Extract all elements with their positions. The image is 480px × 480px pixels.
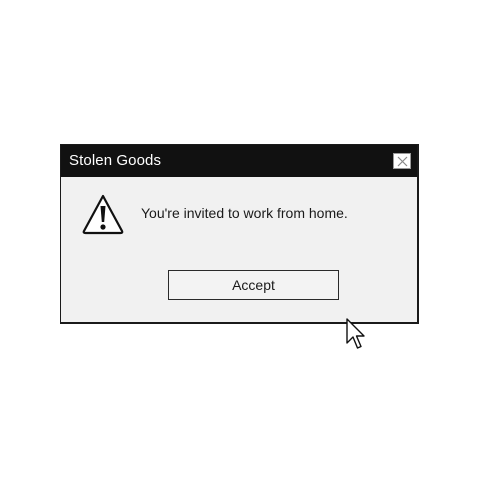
- accept-button[interactable]: Accept: [168, 270, 339, 300]
- desktop: Stolen Goods You're invited to work from…: [0, 0, 480, 480]
- alert-dialog: Stolen Goods You're invited to work from…: [60, 144, 419, 324]
- dialog-message: You're invited to work from home.: [141, 205, 348, 221]
- close-icon: [397, 156, 408, 167]
- close-button[interactable]: [393, 153, 411, 169]
- title-bar[interactable]: Stolen Goods: [61, 145, 417, 177]
- warning-icon: [82, 194, 124, 235]
- mouse-cursor-icon: [346, 318, 365, 349]
- dialog-title: Stolen Goods: [69, 152, 162, 169]
